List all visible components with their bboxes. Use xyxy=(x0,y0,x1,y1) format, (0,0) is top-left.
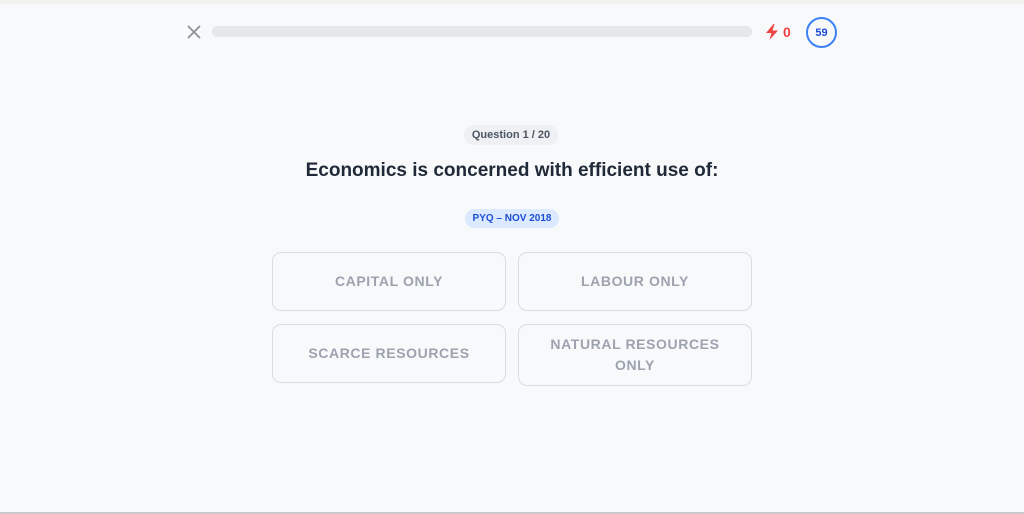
close-button[interactable] xyxy=(185,23,203,41)
option-scarce-resources[interactable]: SCARCE RESOURCES xyxy=(272,324,506,383)
streak-count: 0 xyxy=(783,24,791,40)
timer-badge: 59 xyxy=(806,17,837,48)
quiz-topbar: 0 59 xyxy=(0,14,1024,50)
question-text: Economics is concerned with efficient us… xyxy=(305,160,719,181)
streak-counter: 0 xyxy=(764,21,791,43)
option-capital-only[interactable]: CAPITAL ONLY xyxy=(272,252,506,311)
source-tag: PYQ – NOV 2018 xyxy=(465,209,559,228)
window-top-edge xyxy=(0,0,1024,4)
option-natural-resources-only[interactable]: NATURAL RESOURCES ONLY xyxy=(518,324,752,386)
progress-bar xyxy=(212,26,752,37)
close-icon xyxy=(187,25,201,39)
question-counter: Question 1 / 20 xyxy=(464,125,558,145)
option-labour-only[interactable]: LABOUR ONLY xyxy=(518,252,752,311)
lightning-icon xyxy=(766,24,778,40)
